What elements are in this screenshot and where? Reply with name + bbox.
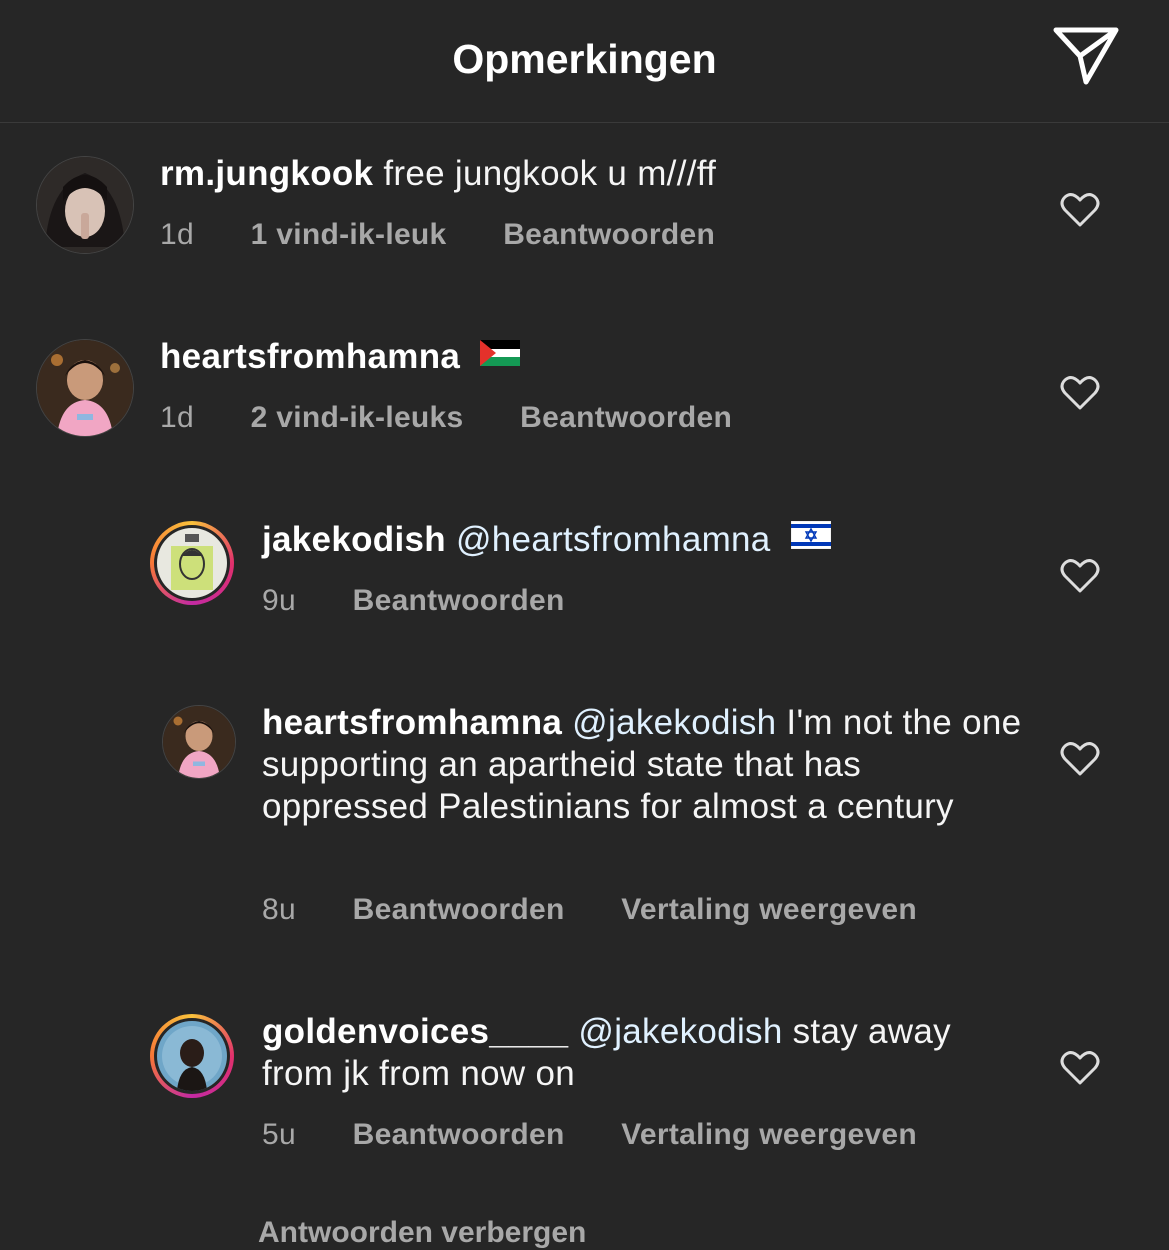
avatar[interactable]: [36, 339, 134, 437]
story-ring[interactable]: [150, 521, 234, 605]
reply-button[interactable]: Beantwoorden: [503, 218, 715, 251]
translate-button[interactable]: Vertaling weergeven: [621, 1118, 917, 1151]
comment-body: free jungkook u m///ff: [383, 154, 717, 193]
heart-icon[interactable]: [1060, 192, 1100, 228]
reply-username[interactable]: goldenvoices____: [262, 1012, 568, 1051]
comment-meta: 1d 2 vind-ik-leuks Beantwoorden: [160, 401, 780, 435]
reply-button[interactable]: Beantwoorden: [353, 1118, 565, 1151]
reply-meta: 8u Beantwoorden Vertaling weergeven: [262, 893, 965, 927]
comment-username[interactable]: heartsfromhamna: [160, 337, 460, 376]
reply-meta: 9u Beantwoorden: [262, 584, 613, 618]
avatar[interactable]: [162, 705, 236, 779]
reply-time: 5u: [262, 1118, 296, 1151]
heart-icon[interactable]: [1060, 1050, 1100, 1086]
avatar: [157, 528, 227, 598]
heart-icon[interactable]: [1060, 558, 1100, 594]
translate-button[interactable]: Vertaling weergeven: [621, 893, 917, 926]
header-bar: Opmerkingen: [0, 0, 1169, 123]
reply-time: 9u: [262, 584, 296, 617]
comment-text: heartsfromhamna: [160, 336, 1020, 380]
mention-link[interactable]: @jakekodish: [578, 1012, 782, 1051]
story-ring[interactable]: [150, 1014, 234, 1098]
reply-username[interactable]: jakekodish: [262, 520, 446, 559]
heart-icon[interactable]: [1060, 741, 1100, 777]
like-count[interactable]: 1 vind-ik-leuk: [251, 218, 447, 251]
reply-button[interactable]: Beantwoorden: [520, 401, 732, 434]
israel-flag-icon: [790, 517, 831, 559]
mention-link[interactable]: @heartsfromhamna: [456, 520, 771, 559]
reply-button[interactable]: Beantwoorden: [353, 893, 565, 926]
reply-text: heartsfromhamna @jakekodish I'm not the …: [262, 702, 1022, 828]
mention-link[interactable]: @jakekodish: [572, 703, 776, 742]
reply-username[interactable]: heartsfromhamna: [262, 703, 562, 742]
heart-icon[interactable]: [1060, 375, 1100, 411]
palestine-flag-icon: [480, 334, 521, 376]
paper-plane-icon[interactable]: [1050, 24, 1122, 88]
comment-meta: 1d 1 vind-ik-leuk Beantwoorden: [160, 218, 763, 252]
reply-text: jakekodish @heartsfromhamna: [262, 519, 1042, 563]
comment-time: 1d: [160, 218, 194, 251]
like-count[interactable]: 2 vind-ik-leuks: [251, 401, 464, 434]
comment-text: rm.jungkook free jungkook u m///ff: [160, 153, 1020, 195]
reply-button[interactable]: Beantwoorden: [353, 584, 565, 617]
reply-text: goldenvoices____ @jakekodish stay away f…: [262, 1011, 1022, 1095]
page-title: Opmerkingen: [452, 36, 717, 82]
hide-replies-button[interactable]: Antwoorden verbergen: [258, 1216, 586, 1250]
comment-username[interactable]: rm.jungkook: [160, 154, 373, 193]
reply-meta: 5u Beantwoorden Vertaling weergeven: [262, 1118, 965, 1152]
avatar: [157, 1021, 227, 1091]
avatar[interactable]: [36, 156, 134, 254]
comment-time: 1d: [160, 401, 194, 434]
reply-time: 8u: [262, 893, 296, 926]
